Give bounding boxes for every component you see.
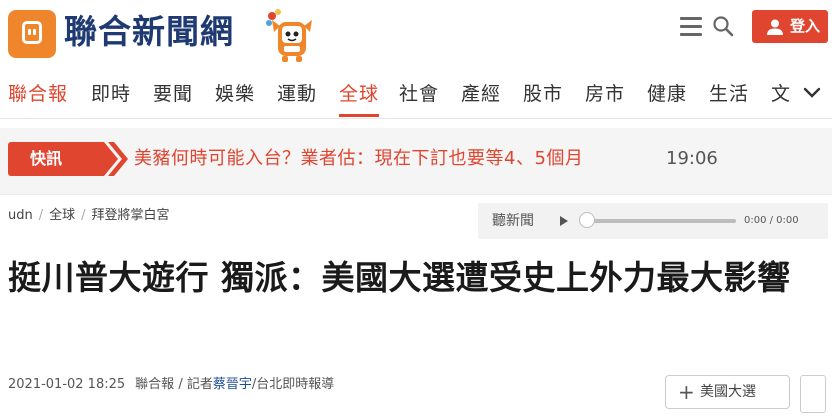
nav-item-headlines[interactable]: 要聞 [153, 81, 193, 107]
nav-item-entertainment[interactable]: 娛樂 [215, 81, 255, 107]
nav-item-culture[interactable]: 文 [771, 81, 791, 107]
reporter-link[interactable]: 蔡晉宇 [213, 377, 252, 392]
nav-item-society[interactable]: 社會 [399, 81, 439, 107]
udn-logo[interactable] [8, 10, 56, 58]
article-meta: 2021-01-02 18:25 聯合報 / 記者蔡晉宇/台北即時報導 [8, 375, 334, 395]
reporter-prefix: / 記者 [178, 377, 213, 392]
hamburger-menu-icon[interactable] [680, 17, 702, 37]
chevron-down-icon[interactable] [802, 85, 822, 101]
flash-badge: 快訊 [8, 142, 98, 176]
nav-item-breaking[interactable]: 即時 [91, 81, 131, 107]
flash-news-bar: 快訊 美豬何時可能入台？業者估：現在下訂也要等4、5個月 19:06 [0, 128, 832, 195]
progress-track[interactable] [586, 219, 736, 223]
category-nav: 聯合報 即時 要聞 娛樂 運動 全球 社會 產經 股市 房市 健康 生活 文 [0, 70, 832, 119]
follow-tag-button[interactable]: + 美國大選 [665, 375, 790, 409]
nav-item-global[interactable]: 全球 [339, 81, 380, 117]
article-source: 聯合報 [135, 377, 175, 392]
article-title: 挺川普大遊行 獨派：美國大選遭受史上外力最大影響 [8, 258, 791, 297]
listen-news-player: 聽新聞 0:00 / 0:00 [478, 203, 828, 239]
tag-label: 美國大選 [700, 384, 756, 400]
player-time: 0:00 / 0:00 [744, 215, 799, 226]
player-label: 聽新聞 [492, 213, 534, 229]
nav-item-sports[interactable]: 運動 [277, 81, 317, 107]
breadcrumb: udn / 全球 / 拜登將掌白宮 [8, 208, 170, 223]
plus-icon: + [678, 380, 695, 404]
nav-item-housing[interactable]: 房市 [585, 81, 625, 107]
login-button[interactable]: 登入 [752, 10, 828, 43]
nav-item-life[interactable]: 生活 [709, 81, 749, 107]
nav-item-udn-daily[interactable]: 聯合報 [8, 81, 68, 107]
plug-logo-icon [22, 21, 42, 44]
mascot-icon [266, 9, 312, 62]
progress-thumb[interactable] [579, 212, 595, 228]
breadcrumb-topic[interactable]: 拜登將掌白宮 [92, 208, 170, 223]
article-date: 2021-01-02 18:25 [8, 377, 126, 392]
breadcrumb-global[interactable]: 全球 [49, 208, 75, 223]
play-icon[interactable] [560, 216, 568, 226]
breadcrumb-udn[interactable]: udn [8, 208, 33, 223]
login-label: 登入 [790, 17, 821, 35]
site-name[interactable]: 聯合新聞網 [64, 10, 234, 54]
flash-time: 19:06 [666, 148, 718, 169]
double-arrow-icon [88, 142, 128, 176]
site-header: 聯合新聞網 登入 [0, 0, 832, 68]
nav-item-stocks[interactable]: 股市 [523, 81, 563, 107]
user-icon [767, 19, 783, 35]
scroll-widget[interactable] [800, 375, 826, 413]
flash-headline-link[interactable]: 美豬何時可能入台？業者估：現在下訂也要等4、5個月 [134, 142, 583, 176]
nav-item-business[interactable]: 產經 [461, 81, 501, 107]
report-location: /台北即時報導 [251, 377, 335, 392]
nav-item-health[interactable]: 健康 [647, 81, 687, 107]
search-icon[interactable] [712, 15, 734, 37]
